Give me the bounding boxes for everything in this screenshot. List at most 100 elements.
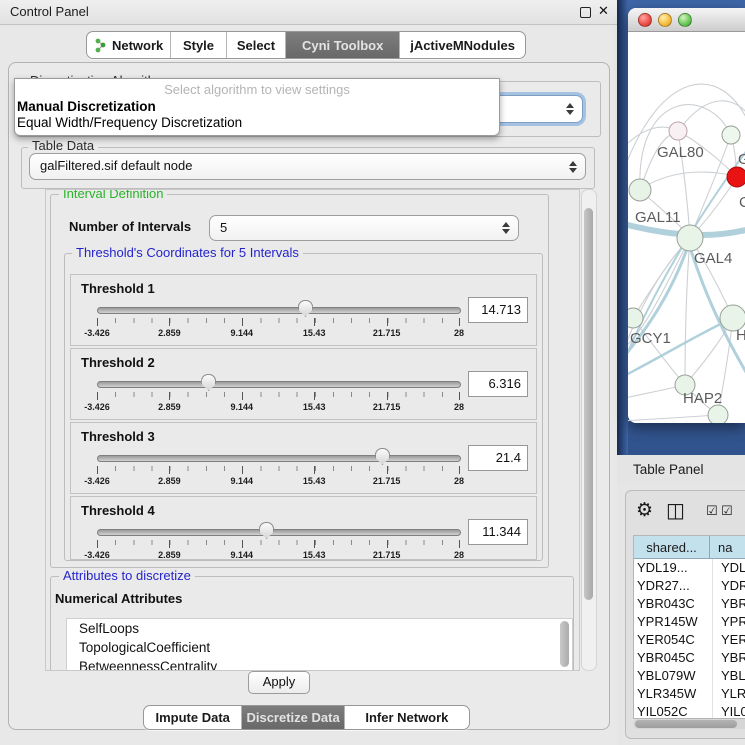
node-bottom[interactable] [708,405,728,423]
horizontal-scrollbar[interactable] [633,719,745,729]
node-gal80[interactable] [669,122,687,140]
cell-name[interactable]: YLR3 [713,685,745,703]
threshold-slider[interactable]: -3.426 2.859 9.144 15.43 21.715 28 [97,301,459,341]
tab-impute-data-label: Impute Data [155,710,229,725]
split-view-icon[interactable]: ◫ [666,498,685,523]
cell-shared-name[interactable]: YBR045C [634,649,713,667]
tab-discretize-data[interactable]: Discretize Data [242,706,344,729]
table-row[interactable]: YLR345WYLR3 [634,685,745,703]
vertical-scrollbar[interactable] [581,189,597,671]
attributes-group-title: Attributes to discretize [59,568,195,583]
node-selected-red[interactable] [727,167,745,187]
dropdown-option-equal-width-frequency[interactable]: Equal Width/Frequency Discretization [17,115,242,130]
tab-select-label: Select [237,38,275,53]
number-of-intervals-combobox[interactable]: 5 [209,215,519,241]
scrollbar-thumb[interactable] [635,720,737,728]
node-gal4[interactable] [677,225,703,251]
tick-label: -3.426 [84,476,110,486]
column-header-name[interactable]: na [710,536,745,559]
slider-thumb[interactable] [298,300,313,317]
slider-track[interactable] [97,307,461,314]
cell-name[interactable]: YIL0 [713,703,745,719]
tab-infer-network[interactable]: Infer Network [345,706,469,729]
control-panel-titlebar: Control Panel ✕ [0,0,617,25]
dropdown-option-manual-discretization[interactable]: Manual Discretization [17,99,156,114]
close-traffic-light-icon[interactable] [638,13,652,27]
table-row[interactable]: YIL052CYIL0 [634,703,745,719]
node-gal11[interactable] [629,179,651,201]
cell-shared-name[interactable]: YBL079W [634,667,713,685]
threshold-slider[interactable]: -3.426 2.859 9.144 15.43 21.715 28 [97,449,459,489]
slider-track[interactable] [97,529,461,536]
column-header-shared-name[interactable]: shared... [634,536,710,559]
list-scrollbar[interactable] [560,621,569,667]
cell-name[interactable]: YBL0 [713,667,745,685]
table-row[interactable]: YPR145WYPR1 [634,613,745,631]
cell-name[interactable]: YDR2 [713,577,745,595]
network-canvas[interactable]: GAL80 GA C GAL11 GAL4 GCY1 H HAP2 [628,31,745,423]
tab-impute-data[interactable]: Impute Data [144,706,242,729]
checked-checkbox-icon[interactable]: ☑ [706,503,718,519]
interval-definition-group: Interval Definition Number of Intervals … [50,194,549,568]
table-row[interactable]: YDL19...YDL1 [634,559,745,577]
checked-checkbox-icon[interactable]: ☑ [721,503,733,519]
threshold-label: Threshold 2 [81,355,155,370]
tab-cyni-toolbox[interactable]: Cyni Toolbox [286,32,400,58]
slider-track[interactable] [97,455,461,462]
number-of-intervals-label: Number of Intervals [69,219,191,234]
cell-shared-name[interactable]: YLR345W [634,685,713,703]
cell-shared-name[interactable]: YER054C [634,631,713,649]
threshold-value-field[interactable]: 6.316 [468,371,528,397]
cell-shared-name[interactable]: YIL052C [634,703,713,719]
slider-thumb[interactable] [201,374,216,391]
gear-icon[interactable]: ⚙ [636,499,653,522]
number-of-intervals-value: 5 [220,220,227,235]
tab-select[interactable]: Select [227,32,286,58]
node-gcy1[interactable] [628,308,643,328]
threshold-value-field[interactable]: 21.4 [468,445,528,471]
cell-shared-name[interactable]: YDR27... [634,577,713,595]
float-window-icon[interactable] [580,7,591,18]
cell-shared-name[interactable]: YDL19... [634,559,713,577]
table-data-combobox[interactable]: galFiltered.sif default node [29,153,586,180]
attributes-group: Attributes to discretize Numerical Attri… [50,576,574,671]
cell-name[interactable]: YER0 [713,631,745,649]
cell-name[interactable]: YBR0 [713,649,745,667]
network-window-titlebar[interactable] [628,8,745,32]
zoom-traffic-light-icon[interactable] [678,13,692,27]
tab-style[interactable]: Style [171,32,227,58]
list-item[interactable]: SelfLoops [67,619,572,638]
cell-shared-name[interactable]: YBR043C [634,595,713,613]
application-window: Control Panel ✕ Network Style Select Cyn… [0,0,745,745]
threshold-slider[interactable]: -3.426 2.859 9.144 15.43 21.715 28 [97,375,459,415]
slider-thumb[interactable] [375,448,390,465]
threshold-slider[interactable]: -3.426 2.859 9.144 15.43 21.715 28 [97,523,459,563]
scrollbar-thumb[interactable] [584,208,593,600]
slider-track[interactable] [97,381,461,388]
cell-name[interactable]: YBR0 [713,595,745,613]
minimize-traffic-light-icon[interactable] [658,13,672,27]
table-row[interactable]: YDR27...YDR2 [634,577,745,595]
threshold-value-field[interactable]: 11.344 [468,519,528,545]
tab-jactivemnodules[interactable]: jActiveMNodules [400,32,525,58]
close-icon[interactable]: ✕ [598,3,609,19]
table-row[interactable]: YBR043CYBR0 [634,595,745,613]
threshold-label: Threshold 4 [81,503,155,518]
tick-label: 9.144 [231,402,254,412]
slider-thumb[interactable] [259,522,274,539]
cell-name[interactable]: YDL1 [713,559,745,577]
tab-network[interactable]: Network [87,32,171,58]
table-row[interactable]: YBL079WYBL0 [634,667,745,685]
list-item[interactable]: TopologicalCoefficient [67,638,572,657]
table-row[interactable]: YER054CYER0 [634,631,745,649]
list-item[interactable]: BetweennessCentrality [67,657,572,671]
cell-shared-name[interactable]: YPR145W [634,613,713,631]
node-top-right[interactable] [722,126,740,144]
tick-label: 2.859 [158,402,181,412]
apply-button[interactable]: Apply [248,671,310,694]
table-row[interactable]: YBR045CYBR0 [634,649,745,667]
numerical-attributes-list[interactable]: SelfLoops TopologicalCoefficient Between… [66,618,573,671]
threshold-value-field[interactable]: 14.713 [468,297,528,323]
desktop-edge-shadow [617,0,628,455]
cell-name[interactable]: YPR1 [713,613,745,631]
